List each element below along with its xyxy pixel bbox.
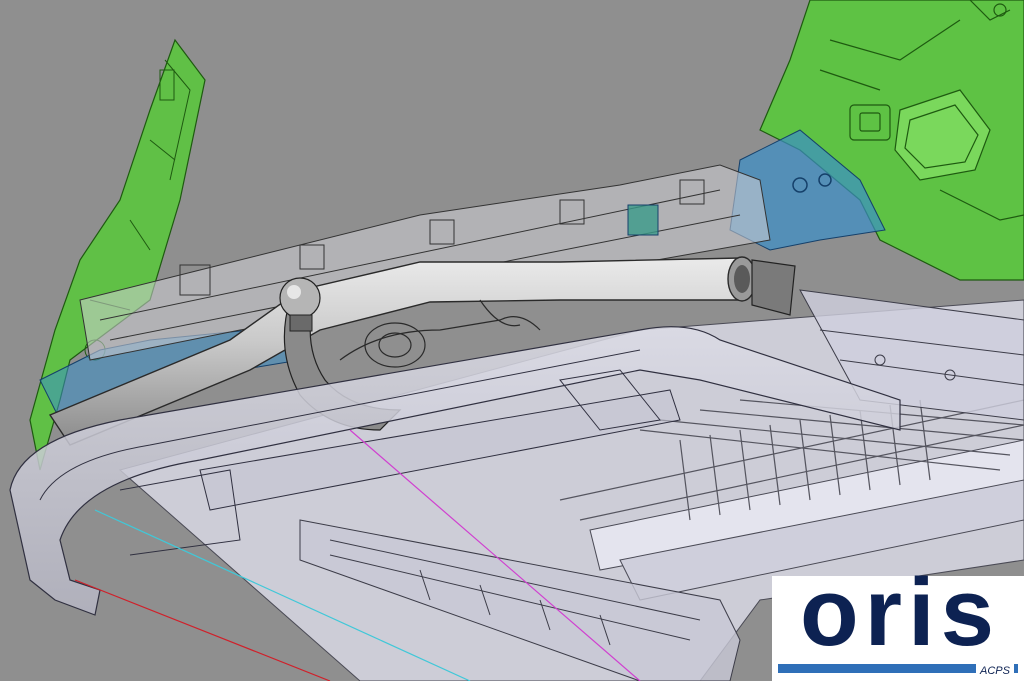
cad-viewport[interactable]: oris ACPS: [0, 0, 1024, 681]
logo-subtitle: ACPS: [976, 664, 1014, 678]
logo-wordmark: oris: [799, 559, 1001, 666]
oris-logo: oris ACPS: [772, 565, 1024, 681]
